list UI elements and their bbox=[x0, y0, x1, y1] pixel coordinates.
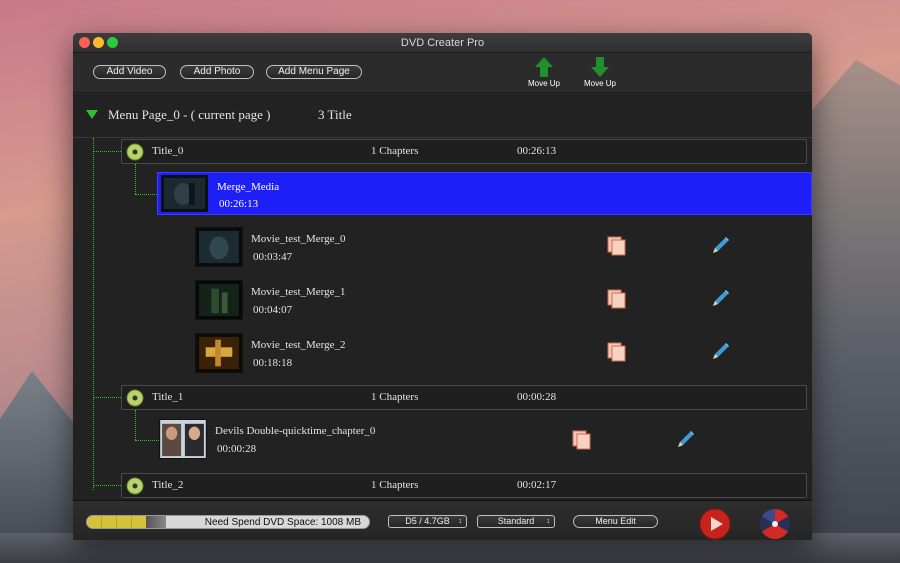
clip-name: Movie_test_Merge_0 bbox=[251, 233, 346, 245]
pencil-icon[interactable] bbox=[709, 341, 731, 363]
app-window: DVD Creater Pro Add Video Add Photo Add … bbox=[73, 33, 812, 540]
tree-branch-devils bbox=[135, 440, 159, 441]
clip-row[interactable]: Movie_test_Merge_0 00:03:47 bbox=[195, 227, 495, 267]
merge-name: Merge_Media bbox=[217, 181, 280, 193]
video-thumbnail bbox=[195, 280, 243, 320]
menu-edit-button[interactable]: Menu Edit bbox=[573, 515, 658, 528]
play-icon[interactable] bbox=[699, 508, 731, 540]
title-duration: 00:26:13 bbox=[517, 145, 557, 157]
move-up-button-1[interactable]: Move Up bbox=[523, 56, 565, 88]
clip-duration: 00:00:28 bbox=[217, 443, 257, 455]
clip-duration: 00:03:47 bbox=[253, 251, 293, 263]
clip-row[interactable]: Devils Double-quicktime_chapter_0 00:00:… bbox=[159, 419, 489, 459]
dvd-space-progress: Need Spend DVD Space: 1008 MB bbox=[86, 515, 370, 529]
add-menu-page-button[interactable]: Add Menu Page bbox=[266, 65, 362, 79]
disc-icon bbox=[126, 477, 144, 495]
add-video-button[interactable]: Add Video bbox=[93, 65, 166, 79]
title-chapters: 1 Chapters bbox=[371, 479, 419, 491]
move-up-label: Move Up bbox=[527, 79, 560, 88]
select-arrows-icon: ↕ bbox=[458, 518, 463, 525]
title-bar: DVD Creater Pro bbox=[73, 33, 812, 53]
pencil-icon[interactable] bbox=[709, 288, 731, 310]
arrow-up-icon bbox=[535, 57, 553, 77]
title-name: Title_1 bbox=[152, 391, 184, 403]
disc-icon bbox=[126, 143, 144, 161]
tree-line-main bbox=[93, 138, 94, 490]
disc-icon bbox=[126, 389, 144, 407]
tree-branch-title0 bbox=[93, 151, 121, 152]
video-thumbnail bbox=[161, 175, 208, 212]
copy-icon[interactable] bbox=[571, 429, 593, 451]
clip-row[interactable]: Movie_test_Merge_2 00:18:18 bbox=[195, 333, 495, 373]
dvd-space-text: Need Spend DVD Space: 1008 MB bbox=[204, 517, 361, 528]
video-thumbnail bbox=[159, 419, 207, 459]
move-up-label: Move Up bbox=[583, 79, 616, 88]
clip-name: Movie_test_Merge_2 bbox=[251, 339, 346, 351]
add-photo-button[interactable]: Add Photo bbox=[180, 65, 254, 79]
pencil-icon[interactable] bbox=[709, 235, 731, 257]
window-title: DVD Creater Pro bbox=[400, 37, 485, 49]
title-chapters: 1 Chapters bbox=[371, 145, 419, 157]
project-tree: Menu Page_0 - ( current page ) 3 Title T… bbox=[73, 94, 812, 500]
disc-size-select[interactable]: D5 / 4.7GB ↕ bbox=[388, 515, 467, 528]
merge-media-row[interactable]: Merge_Media 00:26:13 bbox=[157, 172, 812, 215]
quality-value: Standard bbox=[497, 516, 535, 526]
background-mountain-left bbox=[0, 371, 80, 563]
dvd-space-fill bbox=[87, 516, 146, 528]
disclosure-triangle-icon[interactable] bbox=[86, 110, 98, 120]
tree-line-title0 bbox=[135, 164, 136, 194]
tree-branch-title1 bbox=[93, 397, 121, 398]
clip-duration: 00:18:18 bbox=[253, 357, 293, 369]
tree-line-title1 bbox=[135, 410, 136, 440]
bottom-bar: Need Spend DVD Space: 1008 MB D5 / 4.7GB… bbox=[73, 500, 812, 540]
copy-icon[interactable] bbox=[606, 235, 628, 257]
clip-name: Movie_test_Merge_1 bbox=[251, 286, 346, 298]
disc-size-value: D5 / 4.7GB bbox=[405, 516, 450, 526]
title-name: Title_2 bbox=[152, 479, 184, 491]
dvd-space-track bbox=[146, 516, 166, 528]
arrow-down-icon bbox=[591, 57, 609, 77]
merge-duration: 00:26:13 bbox=[219, 198, 259, 210]
clip-duration: 00:04:07 bbox=[253, 304, 293, 316]
tree-branch-merge bbox=[135, 194, 157, 195]
move-up-button-2[interactable]: Move Up bbox=[579, 56, 621, 88]
title-chapters: 1 Chapters bbox=[371, 391, 419, 403]
menu-page-label: Menu Page_0 - ( current page ) bbox=[108, 107, 271, 122]
toolbar: Add Video Add Photo Add Menu Page Move U… bbox=[73, 53, 812, 93]
clip-row[interactable]: Movie_test_Merge_1 00:04:07 bbox=[195, 280, 495, 320]
select-arrows-icon: ↕ bbox=[546, 518, 551, 525]
title-name: Title_0 bbox=[152, 145, 184, 157]
copy-icon[interactable] bbox=[606, 288, 628, 310]
title-row[interactable]: Title_2 1 Chapters 00:02:17 bbox=[121, 473, 807, 498]
title-row[interactable]: Title_1 1 Chapters 00:00:28 bbox=[121, 385, 807, 410]
menu-page-row[interactable]: Menu Page_0 - ( current page ) 3 Title bbox=[73, 94, 812, 138]
title-row[interactable]: Title_0 1 Chapters 00:26:13 bbox=[121, 139, 807, 164]
pencil-icon[interactable] bbox=[674, 429, 696, 451]
clip-name: Devils Double-quicktime_chapter_0 bbox=[215, 425, 376, 437]
menu-page-title-count: 3 Title bbox=[318, 107, 352, 122]
burn-icon[interactable] bbox=[759, 508, 791, 540]
title-duration: 00:00:28 bbox=[517, 391, 557, 403]
quality-select[interactable]: Standard ↕ bbox=[477, 515, 555, 528]
video-thumbnail bbox=[195, 227, 243, 267]
video-thumbnail bbox=[195, 333, 243, 373]
tree-branch-title2 bbox=[93, 485, 121, 486]
copy-icon[interactable] bbox=[606, 341, 628, 363]
title-duration: 00:02:17 bbox=[517, 479, 557, 491]
